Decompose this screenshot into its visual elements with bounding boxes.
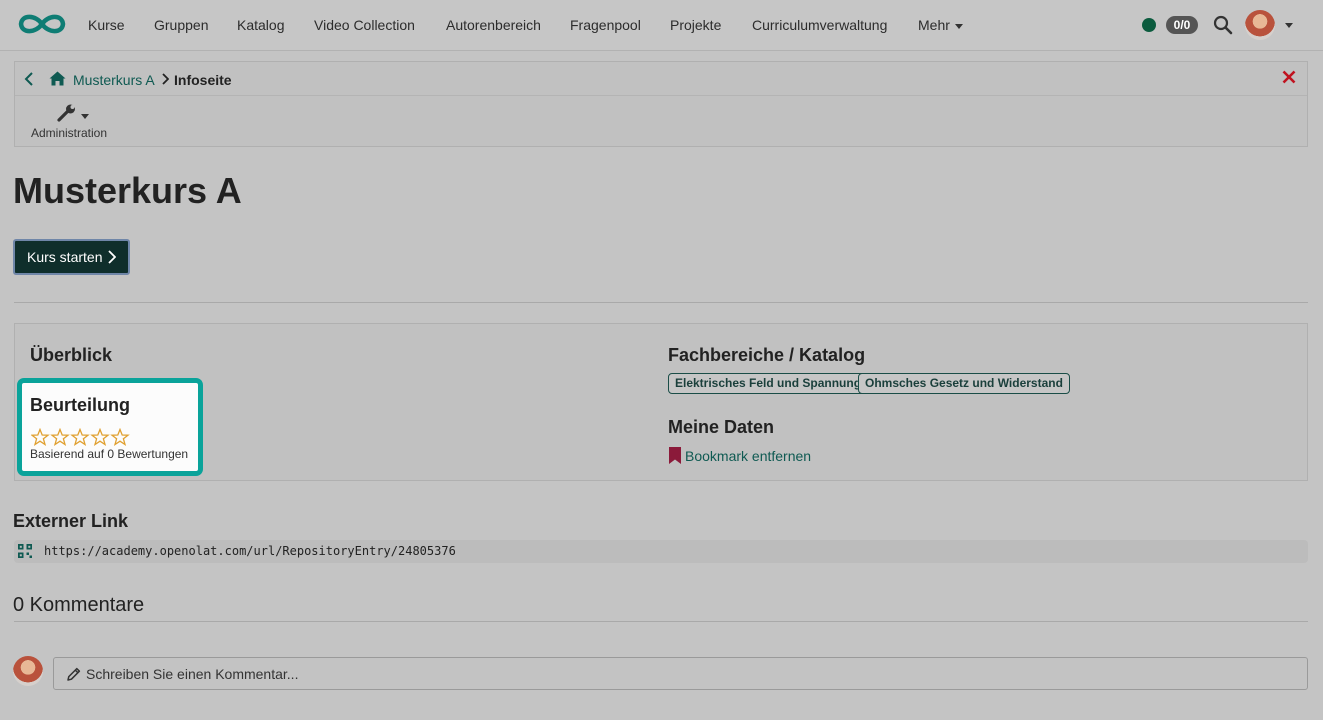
online-status-icon[interactable] <box>1142 18 1156 32</box>
overview-panel: Überblick Beurteilung Basierend auf 0 Be… <box>14 323 1308 481</box>
notification-badge[interactable]: 0/0 <box>1166 16 1198 34</box>
administration-label: Administration <box>30 126 108 140</box>
breadcrumb-course-link[interactable]: Musterkurs A <box>73 72 155 88</box>
breadcrumb-current: Infoseite <box>174 72 232 88</box>
chevron-left-icon[interactable] <box>23 72 35 86</box>
rating-title: Beurteilung <box>30 395 131 415</box>
top-navbar: Kurse Gruppen Katalog Video Collection A… <box>0 0 1323 51</box>
star-icon <box>90 428 110 447</box>
pencil-icon <box>67 667 81 681</box>
star-icon <box>70 428 90 447</box>
rating-card: Beurteilung Basierend auf 0 Bewertungen <box>17 378 203 476</box>
nav-mehr-label: Mehr <box>918 17 950 33</box>
chevron-right-icon <box>162 73 169 85</box>
nav-item-kurse[interactable]: Kurse <box>88 17 125 33</box>
divider <box>14 302 1308 303</box>
user-menu-chevron-down-icon[interactable] <box>1285 23 1293 28</box>
breadcrumb: Musterkurs A Infoseite <box>15 62 1307 96</box>
nav-item-projekte[interactable]: Projekte <box>670 17 721 33</box>
qr-code-icon[interactable] <box>18 544 32 558</box>
close-icon[interactable] <box>1282 70 1296 84</box>
star-icon <box>31 428 50 447</box>
start-course-button[interactable]: Kurs starten <box>13 239 131 275</box>
overview-title: Überblick <box>30 345 113 365</box>
catalog-tag[interactable]: Ohmsches Gesetz und Widerstand <box>858 373 1070 394</box>
star-icon <box>50 428 70 447</box>
wrench-icon <box>57 104 75 122</box>
catalog-title: Fachbereiche / Katalog <box>668 345 866 365</box>
user-avatar[interactable] <box>1245 10 1275 40</box>
openolat-logo-icon[interactable] <box>16 11 68 37</box>
external-link-box[interactable]: https://academy.openolat.com/url/Reposit… <box>14 540 1308 563</box>
nav-item-katalog[interactable]: Katalog <box>237 17 284 33</box>
star-rating[interactable] <box>31 428 131 448</box>
chevron-down-icon <box>81 114 89 119</box>
comment-input[interactable]: Schreiben Sie einen Kommentar... <box>53 657 1308 690</box>
bookmark-icon[interactable] <box>669 447 681 464</box>
comments-title: 0 Kommentare <box>13 594 145 616</box>
nav-item-curriculumverwaltung[interactable]: Curriculumverwaltung <box>752 17 887 33</box>
avatar <box>13 656 43 686</box>
comment-placeholder: Schreiben Sie einen Kommentar... <box>86 666 299 682</box>
page-title: Musterkurs A <box>13 170 242 211</box>
my-data-title: Meine Daten <box>668 417 775 437</box>
nav-item-gruppen[interactable]: Gruppen <box>154 17 208 33</box>
chevron-down-icon <box>954 23 963 29</box>
search-icon[interactable] <box>1213 15 1233 35</box>
course-toolbar: Musterkurs A Infoseite Administration <box>14 61 1308 147</box>
divider <box>14 621 1308 622</box>
administration-menu-button[interactable]: Administration <box>28 102 112 142</box>
nav-item-video-collection[interactable]: Video Collection <box>314 17 415 33</box>
nav-item-mehr[interactable]: Mehr <box>918 17 963 33</box>
catalog-tag[interactable]: Elektrisches Feld und Spannung <box>668 373 869 394</box>
start-course-label: Kurs starten <box>27 249 103 265</box>
remove-bookmark-link[interactable]: Bookmark entfernen <box>685 448 811 464</box>
home-icon[interactable] <box>49 71 66 86</box>
nav-item-fragenpool[interactable]: Fragenpool <box>570 17 641 33</box>
star-icon <box>110 428 130 447</box>
rating-count-text: Basierend auf 0 Bewertungen <box>30 447 189 461</box>
external-link-url[interactable]: https://academy.openolat.com/url/Reposit… <box>44 544 456 558</box>
nav-item-autorenbereich[interactable]: Autorenbereich <box>446 17 541 33</box>
external-link-title: Externer Link <box>13 511 129 531</box>
chevron-right-icon <box>108 250 117 264</box>
